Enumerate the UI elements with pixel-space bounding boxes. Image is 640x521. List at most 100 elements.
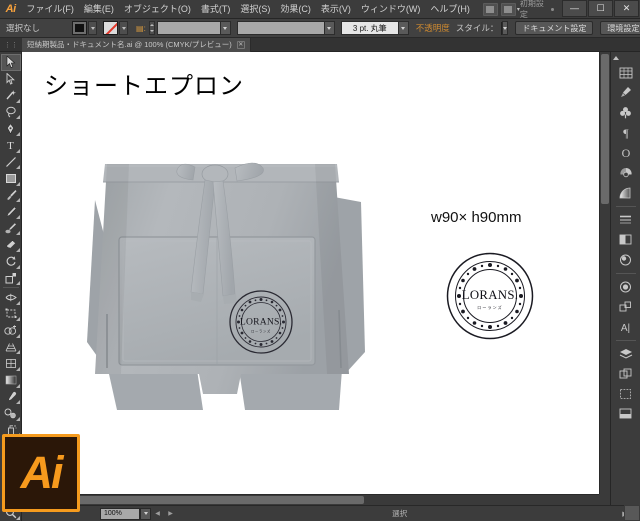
- panel-graphic-styles[interactable]: [615, 277, 637, 296]
- menu-bar-icons: ▾: [482, 2, 520, 16]
- menu-help[interactable]: ヘルプ(H): [425, 0, 475, 19]
- brush-definition-field[interactable]: 3 pt. 丸筆: [340, 21, 399, 35]
- menu-bar: Ai ファイル(F) 編集(E) オブジェクト(O) 書式(T) 選択(S) 効…: [0, 0, 640, 19]
- panel-character[interactable]: O: [615, 143, 637, 162]
- stroke-dropdown-icon[interactable]: [119, 21, 129, 35]
- tool-blob-brush[interactable]: [1, 220, 21, 237]
- canvas-area[interactable]: ショートエプロン LORANS. ローランズ w90× h90mm LORANS…: [22, 52, 610, 505]
- panel-stroke[interactable]: [615, 210, 637, 229]
- maximize-button[interactable]: ☐: [588, 0, 613, 17]
- tool-rectangle[interactable]: [1, 170, 21, 187]
- tool-eyedropper[interactable]: [1, 389, 21, 406]
- style-dropdown-icon[interactable]: [502, 21, 509, 35]
- stroke-weight-stepper[interactable]: [148, 21, 155, 35]
- apron-product-image[interactable]: LORANS. ローランズ: [77, 142, 377, 432]
- panel-links[interactable]: [615, 404, 637, 423]
- panel-layers[interactable]: [615, 344, 637, 363]
- menu-select[interactable]: 選択(S): [235, 0, 275, 19]
- stroke-color-swatch[interactable]: [103, 21, 119, 35]
- tool-pencil[interactable]: [1, 203, 21, 220]
- document-tab-strip: ⋮⋮ 短納期製品・ドキュメント名.ai @ 100% (CMYK/プレビュー) …: [0, 37, 640, 52]
- tool-selection[interactable]: [0, 54, 21, 71]
- arrange-documents-icon[interactable]: [500, 2, 516, 16]
- last-artboard-button[interactable]: ▶: [164, 508, 177, 520]
- app-icon-label: Ai: [20, 447, 64, 498]
- brush-definition-dropdown-icon[interactable]: [397, 21, 409, 35]
- svg-text:ローランズ: ローランズ: [251, 329, 271, 334]
- menu-view[interactable]: 表示(V): [316, 0, 356, 19]
- panel-align[interactable]: A|: [615, 317, 637, 336]
- minimize-button[interactable]: —: [562, 0, 587, 17]
- tray-icon[interactable]: [624, 505, 640, 521]
- tool-perspective-grid[interactable]: [1, 339, 21, 356]
- panel-transparency[interactable]: [615, 230, 637, 249]
- tab-grip-handle[interactable]: ⋮⋮: [0, 38, 22, 52]
- menu-window[interactable]: ウィンドウ(W): [356, 0, 426, 19]
- apron-logo-stamp: LORANS. ローランズ: [229, 290, 293, 354]
- tool-pen[interactable]: [1, 120, 21, 137]
- close-icon[interactable]: ✕: [236, 40, 245, 49]
- vertical-scroll-thumb[interactable]: [601, 54, 609, 204]
- panel-brushes[interactable]: [615, 83, 637, 102]
- fill-color-swatch[interactable]: [72, 21, 88, 35]
- panel-gradient[interactable]: [615, 183, 637, 202]
- horizontal-scrollbar[interactable]: [22, 494, 599, 505]
- menu-type[interactable]: 書式(T): [196, 0, 236, 19]
- preferences-button[interactable]: 環境設定: [600, 21, 640, 35]
- expand-panels-icon[interactable]: [611, 53, 640, 63]
- zoom-dropdown-icon[interactable]: [140, 507, 151, 520]
- workspace-switcher[interactable]: 初期設定: [520, 0, 548, 20]
- close-button[interactable]: ✕: [614, 0, 639, 17]
- panel-appearance[interactable]: [615, 250, 637, 269]
- tool-width[interactable]: [1, 289, 21, 306]
- panel-paragraph[interactable]: ¶: [615, 123, 637, 142]
- zoom-level-field[interactable]: 100%: [100, 507, 140, 520]
- tool-eraser[interactable]: [1, 236, 21, 253]
- tool-mesh[interactable]: [1, 355, 21, 372]
- svg-text:LORANS.: LORANS.: [240, 317, 282, 328]
- panel-transform[interactable]: [615, 297, 637, 316]
- panel-separations[interactable]: [615, 384, 637, 403]
- stroke-weight-dropdown-icon[interactable]: [219, 21, 231, 35]
- tool-gradient[interactable]: [1, 372, 21, 389]
- document-setup-button[interactable]: ドキュメント設定: [515, 21, 594, 35]
- scrollbar-corner: [599, 494, 610, 505]
- artboard[interactable]: ショートエプロン LORANS. ローランズ w90× h90mm LORANS…: [22, 52, 599, 494]
- menu-file[interactable]: ファイル(F): [21, 0, 79, 19]
- tool-blend[interactable]: [1, 405, 21, 422]
- tool-shape-builder[interactable]: [1, 322, 21, 339]
- panel-swatches[interactable]: [615, 63, 637, 82]
- panel-color-guide[interactable]: [615, 163, 637, 182]
- status-bar-text[interactable]: 選択: [177, 508, 622, 519]
- tool-lasso[interactable]: [1, 104, 21, 121]
- logo-stamp[interactable]: LORANS. ローランズ: [446, 252, 534, 340]
- stroke-weight-field[interactable]: [156, 21, 221, 35]
- fill-dropdown-icon[interactable]: [88, 21, 98, 35]
- stroke-swatch-group: [103, 21, 129, 35]
- tool-free-transform[interactable]: [1, 306, 21, 323]
- menu-object[interactable]: オブジェクト(O): [119, 0, 196, 19]
- tool-direct-selection[interactable]: [1, 71, 21, 88]
- panel-symbols[interactable]: [615, 103, 637, 122]
- document-tab[interactable]: 短納期製品・ドキュメント名.ai @ 100% (CMYK/プレビュー) ✕: [22, 37, 251, 52]
- illustrator-app-icon[interactable]: Ai: [2, 434, 80, 512]
- variable-width-dropdown-icon[interactable]: [323, 21, 335, 35]
- menu-effect[interactable]: 効果(C): [275, 0, 316, 19]
- opacity-label[interactable]: 不透明度: [416, 22, 450, 34]
- status-bar: 100% ◀ ▶ 選択 ▶ ◀: [22, 505, 640, 521]
- dimension-label[interactable]: w90× h90mm: [431, 209, 521, 226]
- panel-artboards[interactable]: [615, 364, 637, 383]
- vertical-scrollbar[interactable]: [599, 52, 610, 494]
- bridge-icon[interactable]: [482, 2, 498, 16]
- artwork-title-text[interactable]: ショートエプロン: [44, 66, 244, 101]
- tool-line-segment[interactable]: [1, 154, 21, 171]
- first-artboard-button[interactable]: ◀: [151, 508, 164, 520]
- tool-magic-wand[interactable]: [1, 87, 21, 104]
- tool-type[interactable]: T: [1, 137, 21, 154]
- tool-rotate[interactable]: [1, 253, 21, 270]
- workspace-dot-icon: [551, 7, 554, 11]
- menu-edit[interactable]: 編集(E): [79, 0, 119, 19]
- tool-scale[interactable]: [1, 270, 21, 287]
- tool-paintbrush[interactable]: [1, 187, 21, 204]
- variable-width-profile-field[interactable]: [236, 21, 325, 35]
